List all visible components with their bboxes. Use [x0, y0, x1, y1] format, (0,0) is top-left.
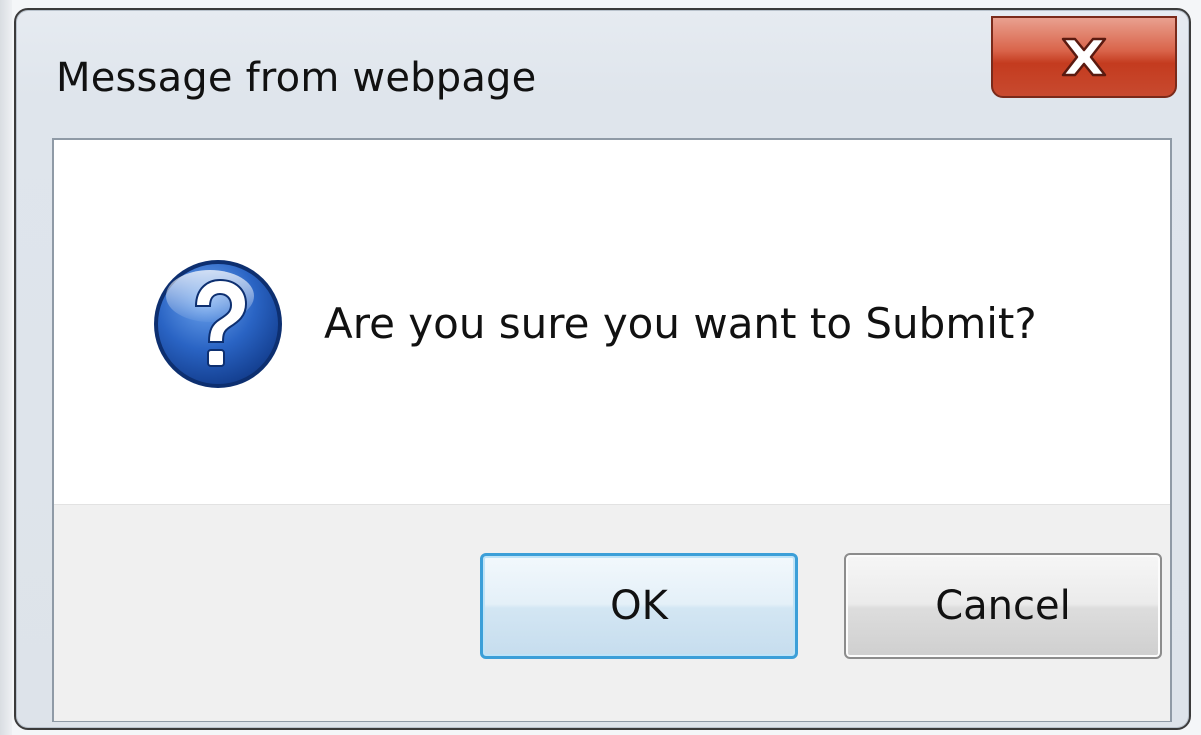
question-icon: [154, 260, 282, 388]
message-area: Are you sure you want to Submit?: [54, 140, 1170, 504]
close-button[interactable]: [991, 16, 1177, 98]
dialog-content: Are you sure you want to Submit? OK Canc…: [52, 138, 1172, 722]
dialog-window: Message from webpage Are you sure you wa…: [14, 8, 1191, 730]
dialog-title: Message from webpage: [56, 55, 537, 101]
button-bar: OK Cancel: [54, 504, 1170, 721]
close-icon: [1061, 37, 1107, 77]
background-edge: [0, 0, 12, 735]
message-text: Are you sure you want to Submit?: [324, 299, 1037, 348]
cancel-button[interactable]: Cancel: [844, 553, 1162, 659]
ok-button[interactable]: OK: [480, 553, 798, 659]
